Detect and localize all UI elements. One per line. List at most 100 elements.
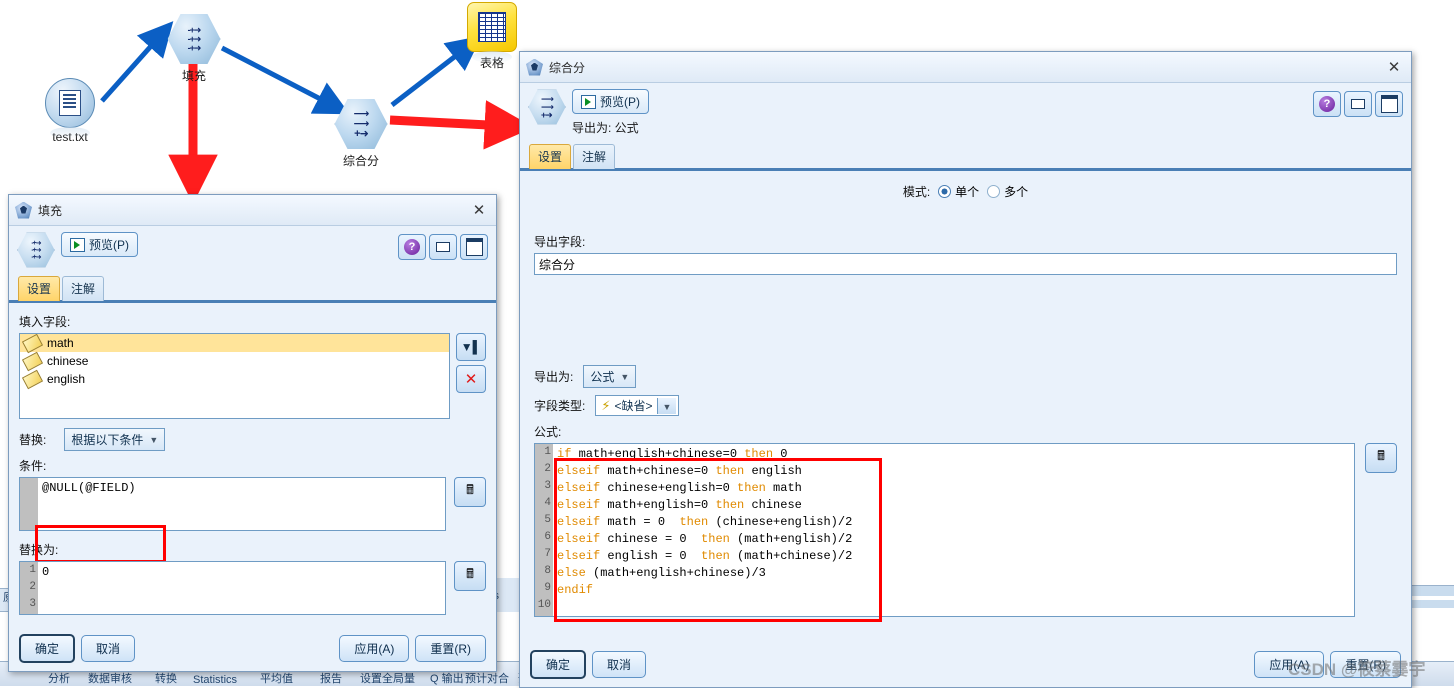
fill-fields-label: 填入字段: (19, 315, 71, 329)
chevron-down-icon: ▼ (620, 371, 630, 382)
field-name: english (47, 372, 86, 386)
palette-item[interactable]: Statistics (193, 674, 237, 686)
derive-field-input[interactable] (534, 253, 1397, 275)
node-icon (526, 58, 543, 76)
help-button[interactable]: ? (398, 234, 426, 260)
ok-button[interactable]: 确定 (19, 634, 76, 663)
field-type-dropdown[interactable]: ⚡ <缺省> ▼ (595, 395, 680, 416)
play-icon (70, 237, 85, 252)
fill-fields-listbox[interactable]: math chinese english (19, 333, 450, 419)
tab-annotations[interactable]: 注解 (573, 144, 616, 169)
close-icon[interactable]: ✕ (468, 199, 490, 221)
formula-editor[interactable]: 1 2 3 4 5 6 7 8 9 10 if math+english+chinese=0 th… (534, 443, 1355, 617)
tab-settings[interactable]: 设置 (529, 144, 572, 169)
derive-as-label: 导出为: (534, 370, 574, 384)
palette-item[interactable]: 转换 (155, 670, 177, 686)
fill-dialog-tabs[interactable]: 设置 注解 (9, 276, 496, 301)
delete-field-button[interactable]: ✕ (456, 365, 486, 393)
condition-text: @NULL(@FIELD) (42, 481, 136, 495)
maximize-button[interactable] (460, 234, 488, 260)
help-button[interactable]: ? (1313, 91, 1341, 117)
palette-item[interactable]: 平均值 (260, 670, 293, 686)
node-test-txt[interactable]: test.txt (45, 78, 95, 144)
fill-dialog-body: 填入字段: math chinese english ▼▌ ✕ 替换: 根据以下… (9, 303, 496, 623)
derive-dialog-titlebar[interactable]: 综合分 ✕ (520, 52, 1411, 83)
derive-as-value: 公式 (590, 370, 615, 384)
field-name: math (47, 336, 74, 350)
list-item[interactable]: math (20, 334, 449, 353)
derive-dialog-body: 模式: 单个 多个 导出字段: 导出为: 公式 ▼ 字段类型: ⚡ <缺省> (520, 171, 1411, 627)
apply-button[interactable]: 应用(A) (339, 635, 410, 662)
condition-expression-builder-button[interactable]: 🖩 (454, 477, 486, 507)
list-item[interactable]: english (20, 369, 449, 389)
formula-label: 公式: (534, 425, 562, 439)
palette-item[interactable]: 数据审核 (88, 670, 132, 686)
formula-expression-builder-button[interactable]: 🖩 (1365, 443, 1397, 473)
fill-dialog-titlebar[interactable]: 填充 ✕ (9, 195, 496, 226)
list-item[interactable]: chinese (20, 351, 449, 371)
dialog-title: 综合分 (549, 60, 586, 75)
condition-editor[interactable]: @NULL(@FIELD) (19, 477, 446, 531)
palette-item[interactable]: 预计对合 (465, 670, 509, 686)
field-type-value: <缺省> (614, 399, 653, 413)
fill-window-buttons[interactable]: ? (398, 234, 488, 260)
derive-dialog-toolbar: ⟶ ⟶ +➜ 预览(P) 导出为: 公式 ? (520, 83, 1411, 138)
minimize-icon (1351, 99, 1365, 109)
node-table[interactable]: 表格 (467, 2, 517, 71)
node-label: 综合分 (342, 154, 379, 168)
tab-annotations[interactable]: 注解 (62, 276, 105, 301)
ok-button[interactable]: 确定 (530, 650, 587, 679)
field-chooser-button[interactable]: ▼▌ (456, 333, 486, 361)
field-type-row: 字段类型: ⚡ <缺省> ▼ (534, 395, 1397, 416)
field-chooser-icon: ▼▌ (460, 340, 482, 354)
cancel-button[interactable]: 取消 (592, 651, 647, 678)
preview-label: 预览(P) (89, 238, 129, 252)
field-type-label: 字段类型: (534, 399, 586, 413)
derive-as-dropdown[interactable]: 公式 ▼ (583, 365, 637, 388)
filler-node-icon: -+➜ -+➜ -+➜ (167, 14, 221, 64)
derive-dialog-tabs[interactable]: 设置 注解 (520, 144, 1411, 169)
apply-button[interactable]: 应用(A) (1254, 651, 1325, 678)
replace-with-text: 0 (42, 565, 50, 579)
reset-button[interactable]: 重置(R) (415, 635, 486, 662)
chevron-down-icon[interactable]: ▼ (656, 397, 677, 414)
replace-expression-builder-button[interactable]: 🖩 (454, 561, 486, 591)
close-icon[interactable]: ✕ (1383, 56, 1405, 78)
measurement-scale-icon (21, 351, 44, 371)
derive-node-icon: ⟶ ⟶ +➜ (334, 99, 388, 149)
node-fill[interactable]: -+➜ -+➜ -+➜ 填充 (167, 13, 221, 84)
derive-dialog[interactable]: 综合分 ✕ ⟶ ⟶ +➜ 预览(P) 导出为: 公式 ? 设置 注解 模式: 单… (519, 51, 1412, 688)
line-number-gutter: 123 (20, 562, 38, 614)
tab-settings[interactable]: 设置 (18, 276, 61, 301)
maximize-button[interactable] (1375, 91, 1403, 117)
reset-button[interactable]: 重置(R) (1330, 651, 1401, 678)
node-derive[interactable]: ⟶ ⟶ +➜ 综合分 (334, 98, 388, 169)
preview-button[interactable]: 预览(P) (61, 232, 138, 257)
derive-as-row: 导出为: 公式 ▼ (534, 365, 1397, 388)
line-number-gutter: 1 2 3 4 5 6 7 8 9 10 (535, 444, 553, 616)
preview-button[interactable]: 预览(P) (572, 89, 649, 114)
replace-with-editor[interactable]: 123 0 (19, 561, 446, 615)
derive-window-buttons[interactable]: ? (1313, 91, 1403, 117)
radio-single[interactable]: 单个 (938, 183, 979, 200)
question-mark-icon: ? (404, 239, 420, 255)
palette-item[interactable]: 报告 (320, 670, 342, 686)
mode-row: 模式: 单个 多个 (534, 183, 1397, 200)
replace-with-label: 替换为: (19, 543, 59, 557)
palette-item[interactable]: Q 输出 (430, 670, 464, 686)
palette-item[interactable]: 设置全局量 (360, 670, 415, 686)
minimize-button[interactable] (1344, 91, 1372, 117)
replace-mode-dropdown[interactable]: 根据以下条件 ▼ (64, 428, 166, 451)
minimize-button[interactable] (429, 234, 457, 260)
derive-node-thumbnail: ⟶ ⟶ +➜ (528, 89, 566, 125)
fill-dialog[interactable]: 填充 ✕ -+➜ -+➜ -+➜ 预览(P) ? 设置 注解 填入字段: mat… (8, 194, 497, 672)
chevron-down-icon: ▼ (149, 434, 159, 445)
question-mark-icon: ? (1319, 96, 1335, 112)
radio-multiple[interactable]: 多个 (987, 183, 1028, 200)
derive-dialog-footer: 确定 取消 应用(A) 重置(R) (520, 644, 1411, 685)
derive-subtitle: 导出为: 公式 (572, 121, 639, 135)
palette-item[interactable]: 分析 (48, 670, 70, 686)
radio-unselected-icon (987, 185, 1001, 198)
maximize-icon (465, 238, 483, 256)
cancel-button[interactable]: 取消 (81, 635, 136, 662)
